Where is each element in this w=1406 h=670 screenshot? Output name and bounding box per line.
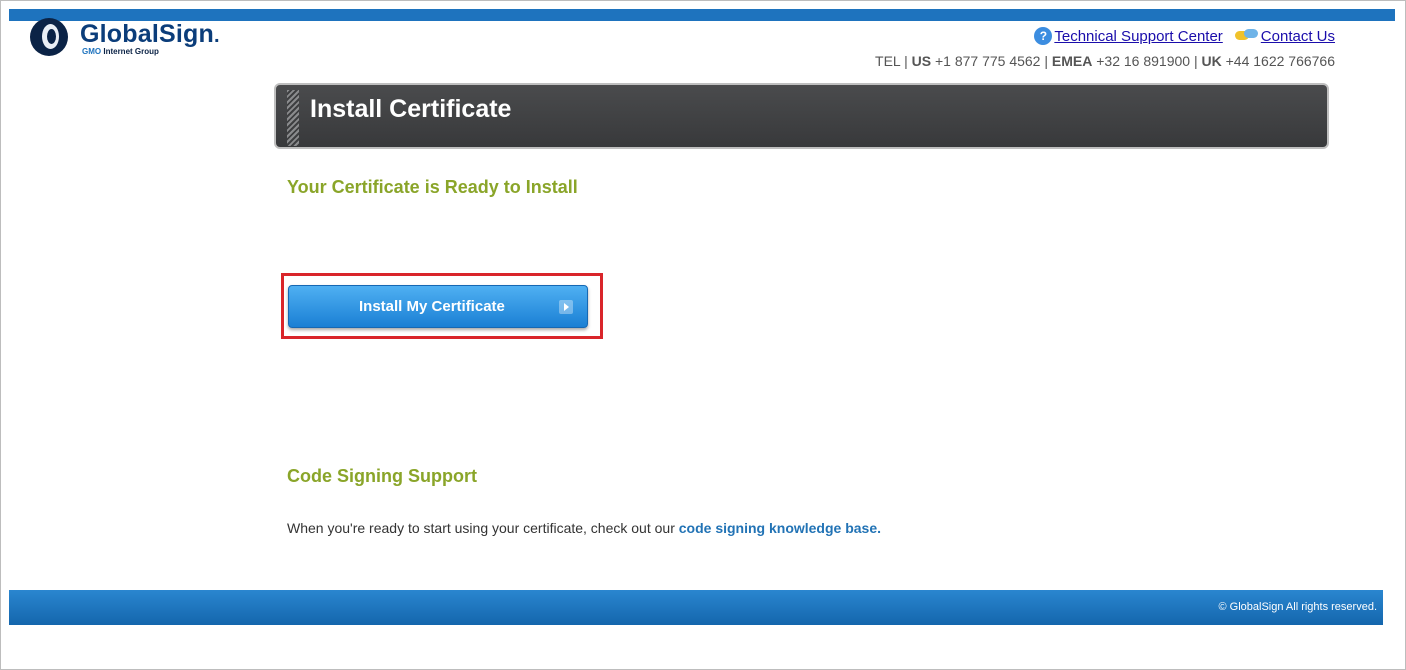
support-text: When you're ready to start using your ce…: [287, 520, 679, 536]
emea-number: +32 16 891900: [1096, 53, 1191, 69]
support-paragraph: When you're ready to start using your ce…: [287, 520, 881, 536]
copyright-text: © GlobalSign All rights reserved.: [1218, 601, 1377, 613]
chat-bubbles-icon: [1234, 29, 1259, 43]
emea-label: EMEA: [1051, 53, 1093, 69]
footer-bar: © GlobalSign All rights reserved.: [9, 590, 1383, 625]
knowledge-base-link[interactable]: code signing knowledge base.: [679, 520, 881, 536]
install-button-label: Install My Certificate: [359, 298, 505, 315]
logo-dot: .: [213, 25, 220, 47]
ready-heading: Your Certificate is Ready to Install: [287, 177, 578, 197]
us-number: +1 877 775 4562: [934, 53, 1041, 69]
uk-label: UK: [1201, 53, 1222, 69]
logo-tagline-rest: Internet Group: [103, 47, 159, 56]
separator: |: [1193, 53, 1198, 69]
install-my-certificate-button[interactable]: Install My Certificate: [288, 285, 588, 328]
separator: |: [1044, 53, 1048, 69]
us-label: US: [911, 53, 932, 69]
uk-number: +44 1622 766766: [1225, 53, 1335, 69]
code-signing-support-heading: Code Signing Support: [287, 466, 477, 486]
tel-label: TEL: [875, 53, 901, 69]
contact-us-link[interactable]: Contact Us: [1261, 28, 1335, 45]
phone-numbers: TEL | US +1 877 775 4562 | EMEA +32 16 8…: [875, 53, 1335, 69]
help-icon: ?: [1034, 27, 1053, 45]
logo-name: GlobalSign: [80, 20, 214, 48]
technical-support-center-link[interactable]: Technical Support Center: [1054, 28, 1222, 45]
banner-stripe: [287, 90, 299, 146]
page-header-banner: Install Certificate: [274, 83, 1329, 149]
logo-tagline-gmo: GMO: [82, 47, 102, 56]
page-title: Install Certificate: [310, 95, 512, 123]
logo-wordmark: GlobalSign.: [80, 20, 220, 49]
header-links: ? Technical Support Center Contact Us: [1034, 27, 1335, 45]
globalsign-eye-icon: [30, 18, 68, 56]
separator: |: [904, 53, 908, 69]
logo-tagline: GMO Internet Group: [82, 47, 159, 56]
arrow-right-icon: [559, 300, 573, 314]
